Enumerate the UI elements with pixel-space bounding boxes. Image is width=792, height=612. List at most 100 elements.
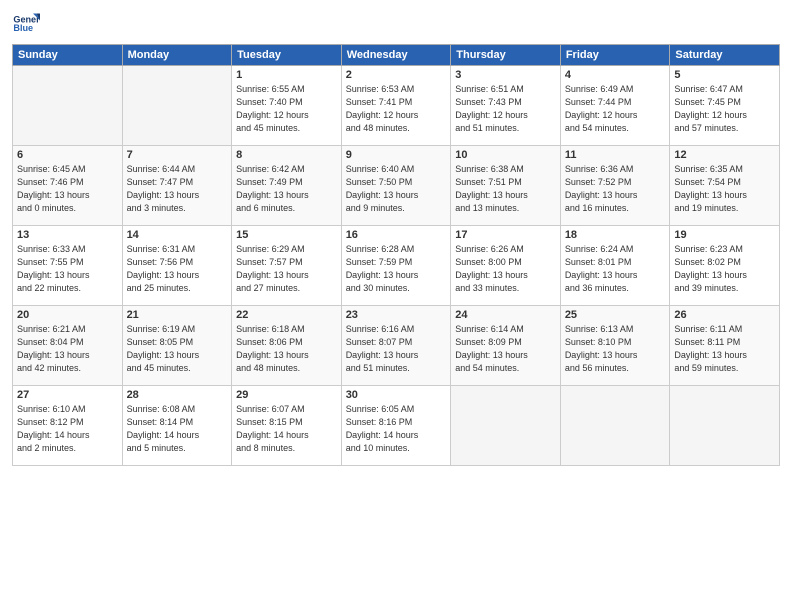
calendar-cell: 22 Sunrise: 6:18 AM Sunset: 8:06 PM Dayli… <box>232 306 342 386</box>
weekday-header-monday: Monday <box>122 45 232 66</box>
calendar-cell: 8 Sunrise: 6:42 AM Sunset: 7:49 PM Daylig… <box>232 146 342 226</box>
day-number: 16 <box>346 229 447 241</box>
day-info: Sunrise: 6:23 AM Sunset: 8:02 PM Dayligh… <box>674 243 775 295</box>
calendar-cell <box>13 66 123 146</box>
calendar-week-0: 1 Sunrise: 6:55 AM Sunset: 7:40 PM Daylig… <box>13 66 780 146</box>
day-info: Sunrise: 6:44 AM Sunset: 7:47 PM Dayligh… <box>127 163 228 215</box>
calendar-cell <box>560 386 670 466</box>
calendar-cell: 15 Sunrise: 6:29 AM Sunset: 7:57 PM Dayli… <box>232 226 342 306</box>
day-info: Sunrise: 6:31 AM Sunset: 7:56 PM Dayligh… <box>127 243 228 295</box>
day-number: 13 <box>17 229 118 241</box>
day-info: Sunrise: 6:33 AM Sunset: 7:55 PM Dayligh… <box>17 243 118 295</box>
calendar-header: General Blue <box>12 10 780 38</box>
day-info: Sunrise: 6:42 AM Sunset: 7:49 PM Dayligh… <box>236 163 337 215</box>
day-number: 12 <box>674 149 775 161</box>
svg-text:Blue: Blue <box>13 23 33 33</box>
day-info: Sunrise: 6:49 AM Sunset: 7:44 PM Dayligh… <box>565 83 666 135</box>
day-info: Sunrise: 6:40 AM Sunset: 7:50 PM Dayligh… <box>346 163 447 215</box>
day-info: Sunrise: 6:05 AM Sunset: 8:16 PM Dayligh… <box>346 403 447 455</box>
day-number: 9 <box>346 149 447 161</box>
day-number: 23 <box>346 309 447 321</box>
calendar-cell: 9 Sunrise: 6:40 AM Sunset: 7:50 PM Daylig… <box>341 146 451 226</box>
day-info: Sunrise: 6:36 AM Sunset: 7:52 PM Dayligh… <box>565 163 666 215</box>
calendar-container: General Blue SundayMondayTuesdayWednesda… <box>0 0 792 612</box>
day-info: Sunrise: 6:13 AM Sunset: 8:10 PM Dayligh… <box>565 323 666 375</box>
day-number: 21 <box>127 309 228 321</box>
day-info: Sunrise: 6:21 AM Sunset: 8:04 PM Dayligh… <box>17 323 118 375</box>
calendar-cell: 2 Sunrise: 6:53 AM Sunset: 7:41 PM Daylig… <box>341 66 451 146</box>
calendar-cell: 19 Sunrise: 6:23 AM Sunset: 8:02 PM Dayli… <box>670 226 780 306</box>
day-number: 22 <box>236 309 337 321</box>
calendar-cell: 11Sunrise: 6:36 AM Sunset: 7:52 PM Dayli… <box>560 146 670 226</box>
day-info: Sunrise: 6:53 AM Sunset: 7:41 PM Dayligh… <box>346 83 447 135</box>
calendar-cell <box>122 66 232 146</box>
day-info: Sunrise: 6:18 AM Sunset: 8:06 PM Dayligh… <box>236 323 337 375</box>
calendar-cell: 5 Sunrise: 6:47 AM Sunset: 7:45 PM Daylig… <box>670 66 780 146</box>
calendar-cell: 21 Sunrise: 6:19 AM Sunset: 8:05 PM Dayli… <box>122 306 232 386</box>
calendar-cell: 25 Sunrise: 6:13 AM Sunset: 8:10 PM Dayli… <box>560 306 670 386</box>
day-number: 4 <box>565 69 666 81</box>
day-number: 5 <box>674 69 775 81</box>
calendar-cell <box>451 386 561 466</box>
calendar-cell: 16 Sunrise: 6:28 AM Sunset: 7:59 PM Dayli… <box>341 226 451 306</box>
day-number: 6 <box>17 149 118 161</box>
calendar-cell: 24 Sunrise: 6:14 AM Sunset: 8:09 PM Dayli… <box>451 306 561 386</box>
weekday-header-wednesday: Wednesday <box>341 45 451 66</box>
calendar-week-4: 27 Sunrise: 6:10 AM Sunset: 8:12 PM Dayli… <box>13 386 780 466</box>
calendar-cell: 6Sunrise: 6:45 AM Sunset: 7:46 PM Daylig… <box>13 146 123 226</box>
calendar-cell: 1 Sunrise: 6:55 AM Sunset: 7:40 PM Daylig… <box>232 66 342 146</box>
day-number: 30 <box>346 389 447 401</box>
calendar-cell: 17Sunrise: 6:26 AM Sunset: 8:00 PM Dayli… <box>451 226 561 306</box>
day-info: Sunrise: 6:10 AM Sunset: 8:12 PM Dayligh… <box>17 403 118 455</box>
weekday-header-friday: Friday <box>560 45 670 66</box>
calendar-cell: 23 Sunrise: 6:16 AM Sunset: 8:07 PM Dayli… <box>341 306 451 386</box>
day-number: 1 <box>236 69 337 81</box>
calendar-cell: 13 Sunrise: 6:33 AM Sunset: 7:55 PM Dayli… <box>13 226 123 306</box>
day-info: Sunrise: 6:08 AM Sunset: 8:14 PM Dayligh… <box>127 403 228 455</box>
weekday-header-thursday: Thursday <box>451 45 561 66</box>
calendar-cell: 4 Sunrise: 6:49 AM Sunset: 7:44 PM Daylig… <box>560 66 670 146</box>
day-number: 14 <box>127 229 228 241</box>
day-number: 26 <box>674 309 775 321</box>
day-number: 10 <box>455 149 556 161</box>
day-number: 28 <box>127 389 228 401</box>
day-number: 24 <box>455 309 556 321</box>
day-info: Sunrise: 6:29 AM Sunset: 7:57 PM Dayligh… <box>236 243 337 295</box>
day-number: 15 <box>236 229 337 241</box>
calendar-cell <box>670 386 780 466</box>
day-info: Sunrise: 6:07 AM Sunset: 8:15 PM Dayligh… <box>236 403 337 455</box>
day-info: Sunrise: 6:14 AM Sunset: 8:09 PM Dayligh… <box>455 323 556 375</box>
day-number: 7 <box>127 149 228 161</box>
day-info: Sunrise: 6:24 AM Sunset: 8:01 PM Dayligh… <box>565 243 666 295</box>
calendar-cell: 30 Sunrise: 6:05 AM Sunset: 8:16 PM Dayli… <box>341 386 451 466</box>
weekday-header-tuesday: Tuesday <box>232 45 342 66</box>
day-info: Sunrise: 6:35 AM Sunset: 7:54 PM Dayligh… <box>674 163 775 215</box>
calendar-cell: 12 Sunrise: 6:35 AM Sunset: 7:54 PM Dayli… <box>670 146 780 226</box>
day-number: 8 <box>236 149 337 161</box>
weekday-header-saturday: Saturday <box>670 45 780 66</box>
day-info: Sunrise: 6:51 AM Sunset: 7:43 PM Dayligh… <box>455 83 556 135</box>
day-info: Sunrise: 6:47 AM Sunset: 7:45 PM Dayligh… <box>674 83 775 135</box>
calendar-thead: SundayMondayTuesdayWednesdayThursdayFrid… <box>13 45 780 66</box>
calendar-week-3: 20 Sunrise: 6:21 AM Sunset: 8:04 PM Dayli… <box>13 306 780 386</box>
calendar-cell: 26 Sunrise: 6:11 AM Sunset: 8:11 PM Dayli… <box>670 306 780 386</box>
day-number: 27 <box>17 389 118 401</box>
day-number: 19 <box>674 229 775 241</box>
day-info: Sunrise: 6:28 AM Sunset: 7:59 PM Dayligh… <box>346 243 447 295</box>
calendar-week-1: 6Sunrise: 6:45 AM Sunset: 7:46 PM Daylig… <box>13 146 780 226</box>
calendar-cell: 10 Sunrise: 6:38 AM Sunset: 7:51 PM Dayli… <box>451 146 561 226</box>
day-info: Sunrise: 6:55 AM Sunset: 7:40 PM Dayligh… <box>236 83 337 135</box>
day-number: 25 <box>565 309 666 321</box>
calendar-cell: 7 Sunrise: 6:44 AM Sunset: 7:47 PM Daylig… <box>122 146 232 226</box>
day-number: 20 <box>17 309 118 321</box>
calendar-cell: 14 Sunrise: 6:31 AM Sunset: 7:56 PM Dayli… <box>122 226 232 306</box>
calendar-cell: 20 Sunrise: 6:21 AM Sunset: 8:04 PM Dayli… <box>13 306 123 386</box>
day-info: Sunrise: 6:11 AM Sunset: 8:11 PM Dayligh… <box>674 323 775 375</box>
calendar-cell: 27 Sunrise: 6:10 AM Sunset: 8:12 PM Dayli… <box>13 386 123 466</box>
day-number: 3 <box>455 69 556 81</box>
day-info: Sunrise: 6:19 AM Sunset: 8:05 PM Dayligh… <box>127 323 228 375</box>
day-number: 18 <box>565 229 666 241</box>
day-info: Sunrise: 6:16 AM Sunset: 8:07 PM Dayligh… <box>346 323 447 375</box>
day-number: 2 <box>346 69 447 81</box>
day-info: Sunrise: 6:38 AM Sunset: 7:51 PM Dayligh… <box>455 163 556 215</box>
